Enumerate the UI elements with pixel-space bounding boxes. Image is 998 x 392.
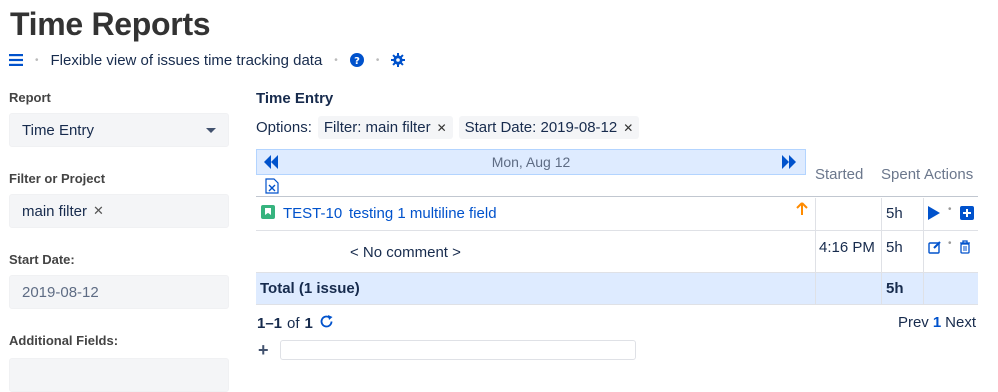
issue-key-link[interactable]: TEST-10 — [283, 205, 342, 222]
option-chip-start-date: Start Date: 2019-08-12 ✕ — [458, 116, 640, 139]
story-icon[interactable] — [261, 205, 275, 219]
pager-of: of — [287, 315, 300, 332]
page-title: Time Reports — [10, 6, 211, 42]
remove-option-icon[interactable]: ✕ — [437, 121, 447, 135]
start-date-input[interactable]: 2019-08-12 — [9, 275, 229, 309]
option-chip-filter: Filter: main filter ✕ — [317, 116, 453, 139]
gear-icon[interactable] — [391, 53, 406, 67]
trash-icon[interactable] — [959, 240, 971, 259]
page-subheader: • Flexible view of issues time tracking … — [9, 50, 406, 70]
start-date-value: 2019-08-12 — [22, 283, 99, 301]
prev-page-link[interactable]: Prev — [898, 314, 929, 331]
report-select[interactable]: Time Entry — [9, 113, 229, 147]
separator-dot: • — [948, 238, 952, 249]
chevron-down-icon — [206, 127, 216, 133]
date-navigator: Mon, Aug 12 — [256, 149, 806, 175]
next-page-link[interactable]: Next — [945, 314, 976, 331]
worklog-spent: 5h — [886, 239, 903, 256]
table-row: TEST-10 testing 1 multiline field 5h • — [256, 198, 978, 230]
separator-dot: • — [375, 54, 380, 66]
worklog-started: 4:16 PM — [819, 239, 875, 256]
table-row: < No comment > 4:16 PM 5h • — [256, 231, 978, 272]
total-spent: 5h — [886, 280, 904, 297]
issue-spent: 5h — [886, 205, 903, 222]
refresh-icon[interactable] — [319, 314, 334, 333]
start-date-label: Start Date: — [9, 252, 75, 267]
report-title: Time Entry — [256, 90, 334, 107]
separator-dot: • — [35, 54, 39, 66]
column-header-actions: Actions — [924, 166, 974, 183]
pager-total: 1 — [304, 315, 313, 332]
current-page[interactable]: 1 — [933, 314, 941, 331]
menu-icon[interactable] — [9, 54, 23, 66]
additional-fields-label: Additional Fields: — [9, 333, 119, 348]
option-chip-label: Start Date: 2019-08-12 — [464, 119, 618, 136]
table-divider — [256, 304, 978, 305]
table-divider — [256, 196, 978, 197]
column-header-started[interactable]: Started — [815, 166, 863, 183]
separator-dot: • — [948, 204, 952, 215]
pager-summary: 1–1 of 1 — [257, 314, 334, 333]
filter-input[interactable]: main filter ✕ — [9, 194, 229, 228]
separator-dot: • — [334, 54, 338, 66]
add-worklog-icon[interactable] — [960, 206, 974, 225]
add-icon[interactable]: + — [258, 340, 269, 361]
total-label: Total (1 issue) — [260, 280, 360, 297]
help-icon[interactable]: ? — [349, 53, 364, 67]
report-label: Report — [9, 90, 51, 105]
option-chip-label: Filter: main filter — [323, 119, 431, 136]
edit-icon[interactable] — [928, 240, 942, 259]
report-select-value: Time Entry — [22, 121, 94, 139]
start-timer-icon[interactable] — [927, 206, 941, 225]
column-header-spent[interactable]: Spent — [881, 166, 920, 183]
filter-tag: main filter — [22, 202, 88, 220]
report-options: Options: Filter: main filter ✕ Start Dat… — [256, 116, 640, 139]
next-period-icon[interactable] — [781, 154, 797, 173]
page-subtitle: Flexible view of issues time tracking da… — [50, 51, 323, 69]
options-label: Options: — [256, 119, 312, 136]
worklog-comment: < No comment > — [350, 244, 461, 261]
add-field-input[interactable] — [280, 340, 636, 360]
filter-label: Filter or Project — [9, 171, 106, 186]
arrow-up-icon — [796, 202, 808, 220]
previous-period-icon[interactable] — [263, 154, 279, 173]
remove-tag-icon[interactable]: ✕ — [93, 203, 104, 219]
table-divider — [923, 198, 924, 304]
additional-fields-input[interactable] — [9, 358, 229, 392]
remove-option-icon[interactable]: ✕ — [623, 121, 633, 135]
svg-text:?: ? — [354, 56, 360, 67]
table-divider — [881, 198, 882, 304]
issue-summary-link[interactable]: testing 1 multiline field — [349, 205, 497, 222]
date-header: Mon, Aug 12 — [491, 154, 571, 170]
pager: Prev 1 Next — [898, 314, 976, 331]
table-divider — [815, 198, 816, 304]
report-settings-panel: Report Time Entry Filter or Project main… — [9, 90, 229, 392]
table-total-row: Total (1 issue) 5h — [256, 273, 978, 304]
pager-range: 1–1 — [257, 315, 283, 332]
